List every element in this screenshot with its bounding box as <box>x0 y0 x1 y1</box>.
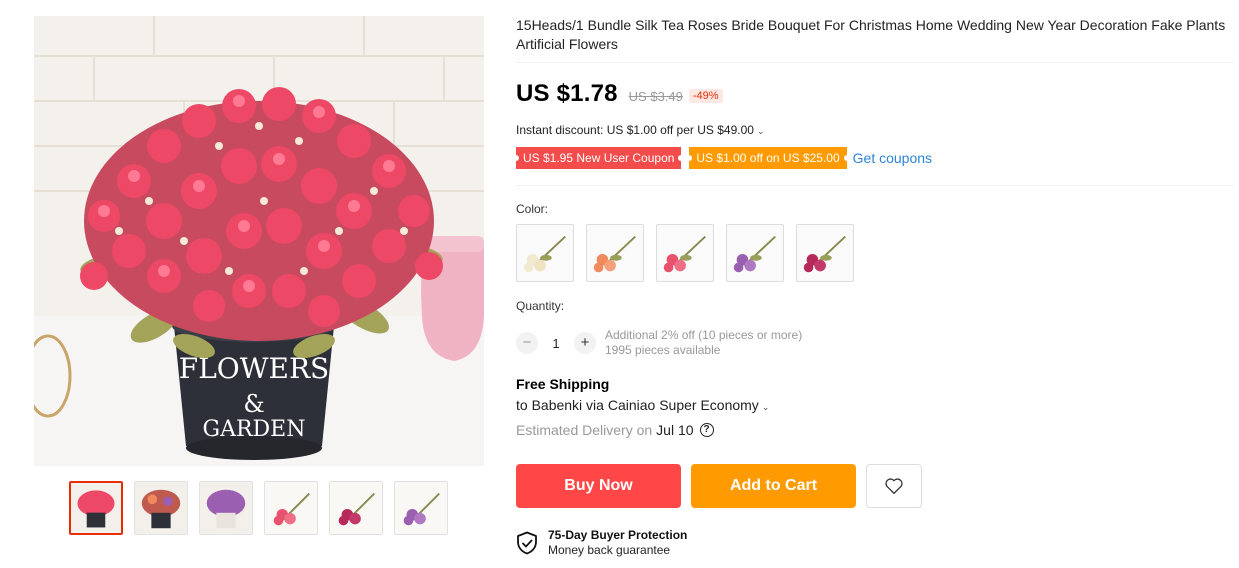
color-swatch-pink[interactable] <box>656 224 714 282</box>
divider <box>516 185 1234 186</box>
main-product-image[interactable]: FLOWERS & GARDEN <box>34 16 484 466</box>
divider <box>516 62 1234 63</box>
chevron-down-icon: ⌄ <box>756 126 765 136</box>
color-swatch-orange[interactable] <box>586 224 644 282</box>
instant-discount-dropdown[interactable]: Instant discount: US $1.00 off per US $4… <box>516 123 764 137</box>
thumbnail-mixed-roses-bucket[interactable] <box>134 481 188 535</box>
add-to-cart-button[interactable]: Add to Cart <box>691 464 856 508</box>
stock-available: 1995 pieces available <box>605 343 721 357</box>
new-user-coupon[interactable]: US $1.95 New User Coupon <box>512 147 685 169</box>
original-price: US $3.49 <box>628 89 683 104</box>
estimated-delivery: Estimated Delivery on Jul 10 ? <box>516 422 714 438</box>
thumbnail-pink-roses-bucket[interactable] <box>69 481 123 535</box>
shield-check-icon <box>517 531 537 555</box>
thumbnail-wine-bundle[interactable] <box>329 481 383 535</box>
chevron-down-icon: ⌄ <box>761 402 770 412</box>
thumbnail-strip <box>69 481 448 535</box>
thumbnail-purple-roses-bucket[interactable] <box>199 481 253 535</box>
purchase-actions: Buy Now Add to Cart <box>516 464 922 508</box>
quantity-stepper: − 1 + Additional 2% off (10 pieces or mo… <box>516 328 802 358</box>
bulk-discount-note: Additional 2% off (10 pieces or more) <box>605 328 803 342</box>
thumbnail-pink-bundle[interactable] <box>264 481 318 535</box>
color-swatch-wine-red[interactable] <box>796 224 854 282</box>
price-row: US $1.78 US $3.49 -49% <box>516 80 723 108</box>
shipping-method-dropdown[interactable]: to Babenki via Cainiao Super Economy ⌄ <box>516 397 769 413</box>
quantity-label: Quantity: <box>516 299 565 313</box>
quantity-notes: Additional 2% off (10 pieces or more) 19… <box>605 328 802 358</box>
color-swatch-champagne[interactable] <box>516 224 574 282</box>
discount-badge: -49% <box>688 89 723 103</box>
help-icon[interactable]: ? <box>699 423 714 437</box>
delivery-date: Jul 10 <box>656 422 694 438</box>
estimated-delivery-label: Estimated Delivery on <box>516 422 653 438</box>
quantity-input[interactable]: 1 <box>538 336 574 351</box>
wishlist-button[interactable] <box>866 464 922 508</box>
instant-discount-text: Instant discount: US $1.00 off per US $4… <box>516 123 754 137</box>
free-shipping-title: Free Shipping <box>516 376 610 392</box>
product-title: 15Heads/1 Bundle Silk Tea Roses Bride Bo… <box>516 17 1226 52</box>
protection-title: 75-Day Buyer Protection <box>548 528 688 542</box>
bouquet-image: FLOWERS & GARDEN <box>34 16 484 466</box>
buy-now-button[interactable]: Buy Now <box>516 464 681 508</box>
increase-quantity-button[interactable]: + <box>574 332 596 354</box>
current-price: US $1.78 <box>516 80 618 107</box>
protection-subtitle: Money back guarantee <box>548 543 671 557</box>
get-coupons-link[interactable]: Get coupons <box>853 150 932 166</box>
svg-text:&: & <box>243 390 264 418</box>
color-label: Color: <box>516 202 549 216</box>
color-swatches <box>516 224 854 282</box>
decrease-quantity-button[interactable]: − <box>516 332 538 354</box>
color-swatch-purple[interactable] <box>726 224 784 282</box>
heart-icon <box>885 478 903 495</box>
svg-text:GARDEN: GARDEN <box>203 417 306 442</box>
thumbnail-purple-bundle[interactable] <box>394 481 448 535</box>
store-coupon[interactable]: US $1.00 off on US $25.00 <box>686 147 850 169</box>
shipping-destination: to Babenki via Cainiao Super Economy <box>516 397 759 413</box>
coupon-row: US $1.95 New User Coupon US $1.00 off on… <box>512 147 932 169</box>
buyer-protection: 75-Day Buyer Protection Money back guara… <box>516 528 687 558</box>
